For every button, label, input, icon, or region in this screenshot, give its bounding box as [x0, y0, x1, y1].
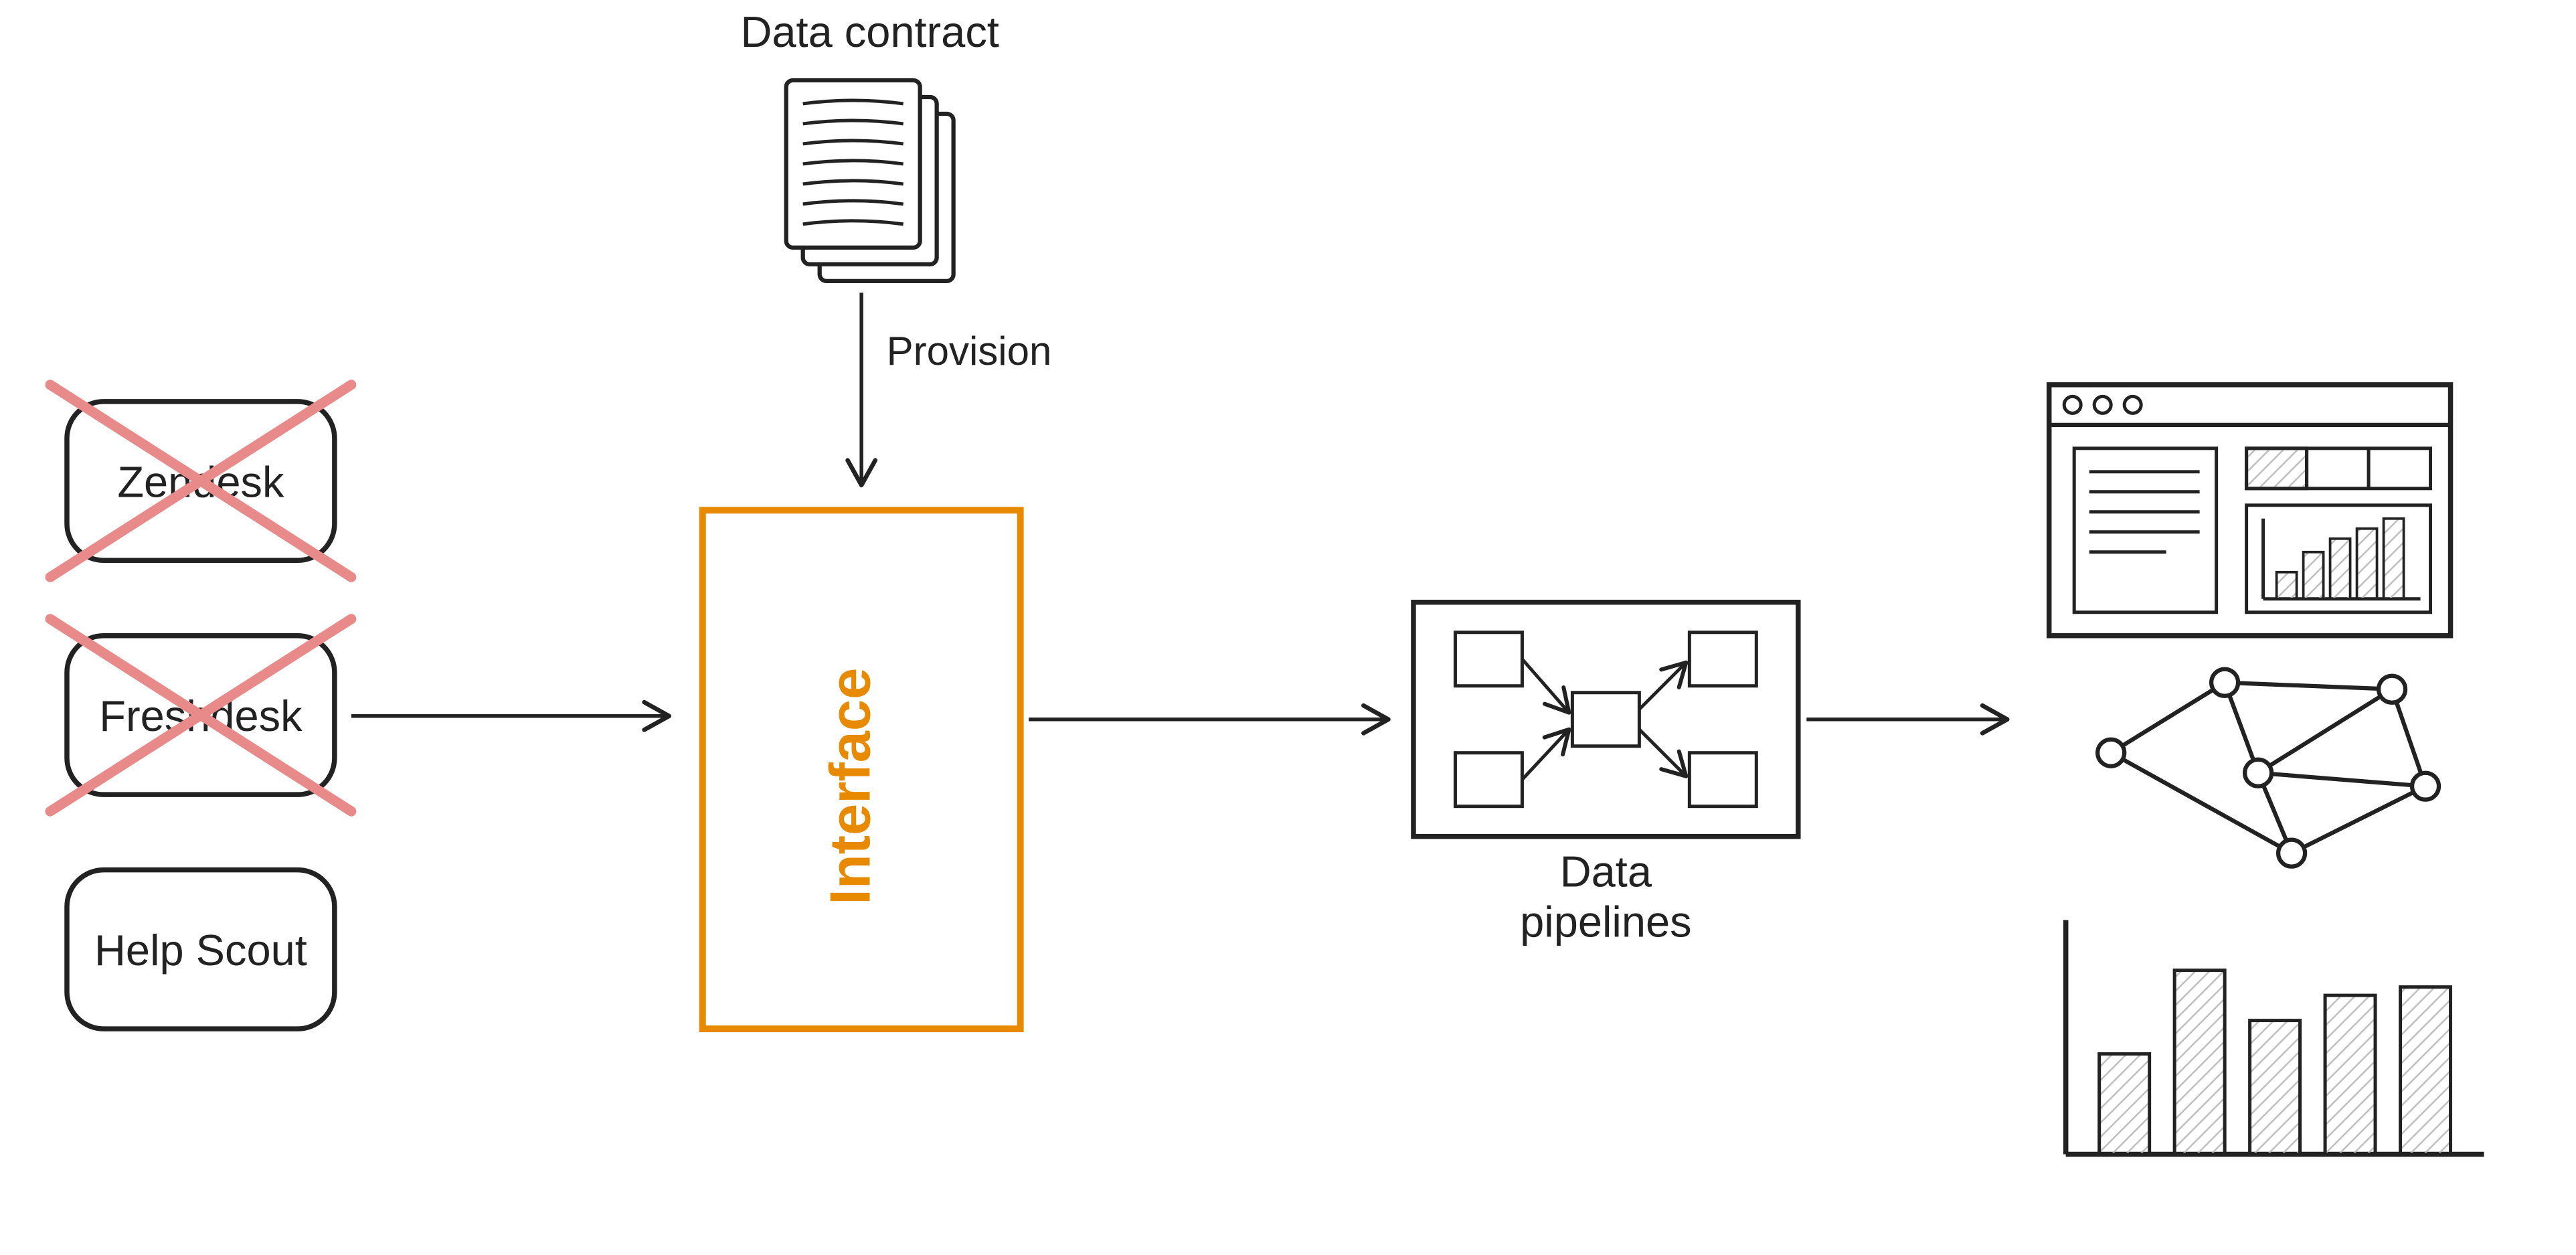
dag-icon	[1455, 633, 1756, 807]
source-helpscout: Help Scout	[67, 870, 335, 1029]
outputs-group	[2049, 385, 2484, 1155]
data-contract-label: Data contract	[740, 7, 999, 56]
dashboard-window-icon	[2049, 385, 2451, 636]
data-pipelines-node: Data pipelines	[1413, 602, 1798, 946]
source-freshdesk: Freshdesk	[50, 619, 351, 811]
bar-chart-icon	[2066, 920, 2484, 1155]
data-pipelines-label-1: Data	[1560, 847, 1652, 896]
provision-label: Provision	[887, 329, 1052, 373]
data-pipelines-label-2: pipelines	[1520, 898, 1691, 946]
data-contract-node: Data contract	[740, 7, 999, 281]
architecture-diagram: Zendesk Freshdesk Help Scout Data contra…	[0, 0, 2576, 1255]
network-graph-icon	[2097, 669, 2439, 867]
source-zendesk: Zendesk	[50, 385, 351, 577]
source-helpscout-label: Help Scout	[94, 926, 307, 975]
source-systems-group: Zendesk Freshdesk Help Scout	[50, 385, 351, 1029]
interface-label: Interface	[819, 668, 883, 905]
interface-node: Interface	[703, 510, 1021, 1029]
document-stack-icon	[786, 80, 954, 281]
